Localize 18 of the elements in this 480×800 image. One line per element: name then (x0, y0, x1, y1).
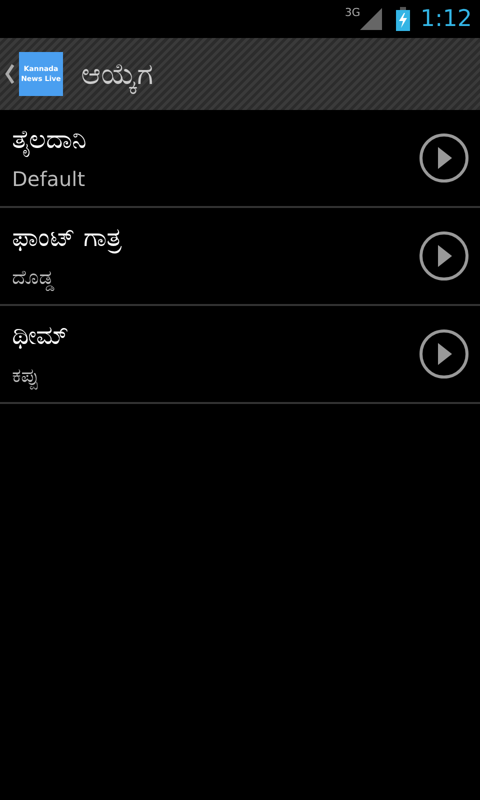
play-circle-icon (418, 132, 470, 184)
back-caret-icon (5, 63, 15, 85)
setting-title: ತೈಲದಾನಿ (12, 125, 87, 155)
settings-item[interactable]: ಫಾಂಟ್ ಗಾತ್ರ ದೊಡ್ಡ (0, 208, 480, 306)
battery-charging-icon (396, 7, 410, 31)
signal-icon (360, 8, 382, 30)
play-circle-icon (418, 328, 470, 380)
settings-item[interactable]: ಥೀಮ್ ಕಪ್ಪು (0, 306, 480, 404)
settings-item[interactable]: ತೈಲದಾನಿ Default (0, 110, 480, 208)
network-type: 3G (344, 6, 360, 19)
play-circle-icon (418, 230, 470, 282)
setting-summary: ಕಪ್ಪು (12, 363, 418, 387)
setting-title: ಥೀಮ್ (12, 321, 70, 351)
setting-summary: ದೊಡ್ಡ (12, 265, 56, 289)
setting-title: ಫಾಂಟ್ ಗಾತ್ರ (12, 223, 123, 253)
screen-title: ಆಯ್ಕೆಗ (81, 56, 153, 92)
setting-summary: Default (12, 167, 86, 191)
clock: 1:12 (420, 6, 472, 32)
